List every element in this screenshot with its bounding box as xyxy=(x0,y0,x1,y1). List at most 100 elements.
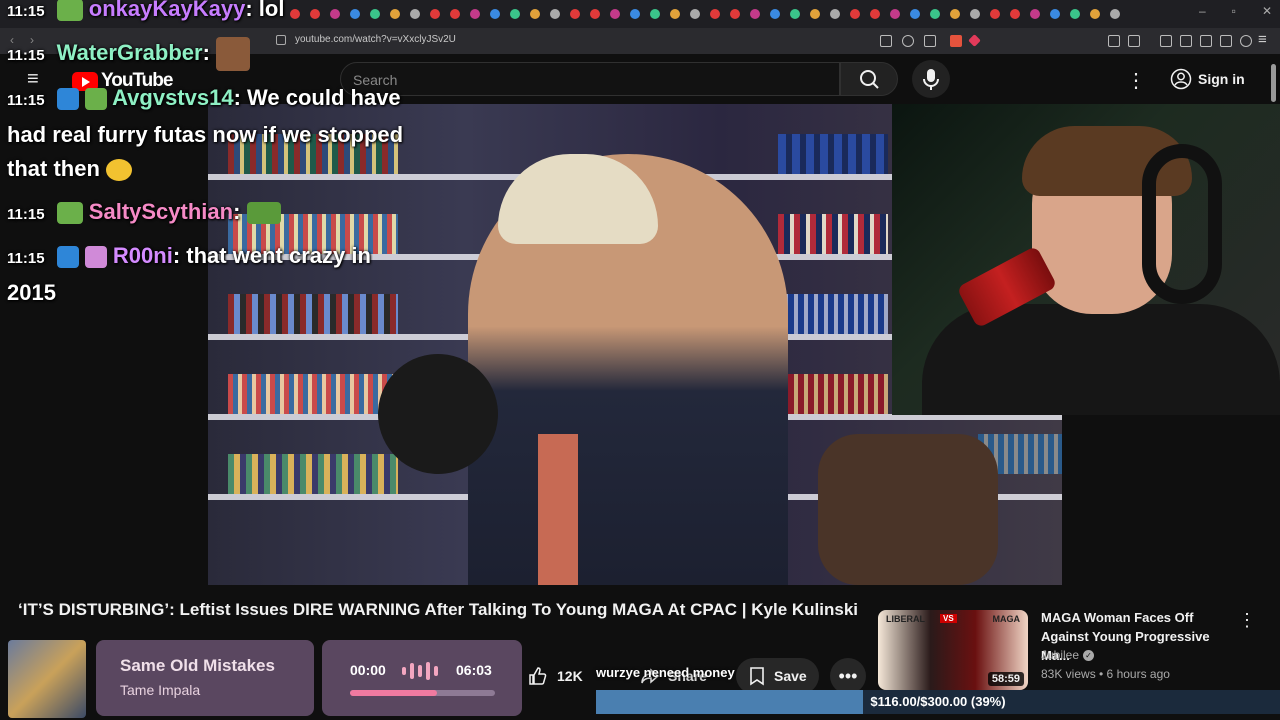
song-duration: 06:03 xyxy=(456,662,492,678)
tab-favicon-icon[interactable] xyxy=(570,9,580,19)
voice-search-button[interactable] xyxy=(912,60,950,98)
zoom-icon[interactable] xyxy=(902,35,914,47)
tab-favicon-icon[interactable] xyxy=(890,9,900,19)
emoji-icon xyxy=(106,159,133,182)
save-button[interactable]: Save xyxy=(736,658,819,694)
tab-favicon-icon[interactable] xyxy=(1010,9,1020,19)
share-page-icon[interactable] xyxy=(924,35,936,47)
reading-icon[interactable] xyxy=(1200,35,1212,47)
chat-username: R00ni xyxy=(112,243,173,268)
song-title: Same Old Mistakes xyxy=(120,656,275,675)
vpn-icon[interactable] xyxy=(1240,35,1252,47)
tab-favicon-icon[interactable] xyxy=(1090,9,1100,19)
emote-icon xyxy=(246,202,281,225)
donation-goal-bar: $116.00/$300.00 (39%) xyxy=(596,690,1280,714)
minimize-icon[interactable]: – xyxy=(1199,4,1206,18)
more-actions-button[interactable]: ••• xyxy=(830,658,866,694)
tab-favicon-icon[interactable] xyxy=(1070,9,1080,19)
stream-chat-overlay: 11:15 onkayKayKayy: lol 11:15 WaterGrabb… xyxy=(0,0,420,310)
tab-favicon-icon[interactable] xyxy=(430,9,440,19)
leather-chair xyxy=(818,434,998,585)
brave-shields-icon[interactable] xyxy=(950,35,962,47)
music-icon[interactable] xyxy=(1160,35,1172,47)
emote-icon xyxy=(84,88,107,111)
song-progress-fill xyxy=(350,690,437,696)
tab-favicon-icon[interactable] xyxy=(990,9,1000,19)
verified-icon: ✓ xyxy=(1083,649,1095,661)
extensions-icon[interactable] xyxy=(1108,35,1120,47)
tab-favicon-icon[interactable] xyxy=(550,9,560,19)
tab-favicon-icon[interactable] xyxy=(630,9,640,19)
tab-favicon-icon[interactable] xyxy=(450,9,460,19)
rewards-icon[interactable] xyxy=(968,34,981,47)
tab-favicon-icon[interactable] xyxy=(1050,9,1060,19)
thumbnail-label-right: MAGA xyxy=(992,614,1021,624)
account-icon xyxy=(1170,68,1192,90)
chat-username: SaltyScythian xyxy=(88,199,234,224)
tab-favicon-icon[interactable] xyxy=(1030,9,1040,19)
now-playing-progress: 00:00 06:03 xyxy=(322,640,522,716)
tab-favicon-icon[interactable] xyxy=(970,9,980,19)
tab-favicon-icon[interactable] xyxy=(810,9,820,19)
tab-favicon-icon[interactable] xyxy=(470,9,480,19)
tab-favicon-icon[interactable] xyxy=(610,9,620,19)
tab-favicon-icon[interactable] xyxy=(490,9,500,19)
tts-donation-text: wurzye neneed money xyxy=(596,665,735,680)
channel-name: Jubilee xyxy=(1041,648,1080,662)
recommended-video-meta: 83K views • 6 hours ago xyxy=(1041,667,1170,681)
recommended-menu-icon[interactable]: ⋮ xyxy=(1238,610,1256,631)
search-icon xyxy=(860,70,879,89)
tab-favicon-icon[interactable] xyxy=(790,9,800,19)
tab-favicon-icon[interactable] xyxy=(730,9,740,19)
chat-username: Avgvstvs14 xyxy=(112,85,234,110)
recommended-video-thumbnail[interactable]: LIBERAL VS MAGA 58:59 xyxy=(878,610,1028,690)
tab-favicon-icon[interactable] xyxy=(750,9,760,19)
sidebar-icon[interactable] xyxy=(1180,35,1192,47)
maximize-icon[interactable]: ▫ xyxy=(1232,4,1236,18)
tab-favicon-icon[interactable] xyxy=(950,9,960,19)
tab-favicon-icon[interactable] xyxy=(1110,9,1120,19)
tab-favicon-icon[interactable] xyxy=(770,9,780,19)
recommended-channel[interactable]: Jubilee ✓ xyxy=(1041,648,1095,662)
tab-favicon-icon[interactable] xyxy=(670,9,680,19)
cast-icon[interactable] xyxy=(880,35,892,47)
tab-favicon-icon[interactable] xyxy=(530,9,540,19)
tab-favicon-icon[interactable] xyxy=(690,9,700,19)
tab-favicon-icon[interactable] xyxy=(910,9,920,19)
thumbs-up-icon xyxy=(529,667,547,685)
search-button[interactable] xyxy=(840,62,898,96)
like-button[interactable]: 12K xyxy=(513,658,597,694)
tab-favicon-icon[interactable] xyxy=(830,9,840,19)
tab-favicon-icon[interactable] xyxy=(590,9,600,19)
like-count: 12K xyxy=(557,668,583,684)
chat-message: 11:15 SaltyScythian: xyxy=(7,195,417,232)
song-artist: Tame Impala xyxy=(120,682,201,698)
thumbnail-vs: VS xyxy=(940,614,957,623)
tab-favicon-icon[interactable] xyxy=(650,9,660,19)
tab-favicon-icon[interactable] xyxy=(870,9,880,19)
album-art xyxy=(8,640,86,718)
goal-text: $116.00/$300.00 (39%) xyxy=(870,694,1006,709)
close-icon[interactable]: ✕ xyxy=(1262,4,1272,18)
song-current-time: 00:00 xyxy=(350,662,386,678)
video-duration: 58:59 xyxy=(987,672,1024,686)
tab-favicon-icon[interactable] xyxy=(510,9,520,19)
sign-in-button[interactable]: Sign in xyxy=(1160,61,1255,97)
emote-icon xyxy=(56,202,83,225)
page-scrollbar[interactable] xyxy=(1271,64,1276,102)
song-progress-bar xyxy=(350,690,495,696)
badge-icon xyxy=(56,88,79,111)
chat-timestamp: 11:15 xyxy=(7,250,45,267)
wallet-icon[interactable] xyxy=(1128,35,1140,47)
now-playing-card: Same Old Mistakes Tame Impala xyxy=(96,640,314,716)
tab-favicon-icon[interactable] xyxy=(710,9,720,19)
tab-favicon-icon[interactable] xyxy=(930,9,940,19)
downloads-icon[interactable] xyxy=(1220,35,1232,47)
tab-favicon-icon[interactable] xyxy=(850,9,860,19)
browser-menu-icon[interactable]: ≡ xyxy=(1258,31,1267,48)
chat-timestamp: 11:15 xyxy=(7,3,45,20)
chat-text: lol xyxy=(258,0,285,21)
settings-menu-icon[interactable]: ⋮ xyxy=(1126,68,1146,93)
chat-message: 11:15 Avgvstvs14: We could have had real… xyxy=(7,85,404,182)
save-label: Save xyxy=(774,668,807,684)
